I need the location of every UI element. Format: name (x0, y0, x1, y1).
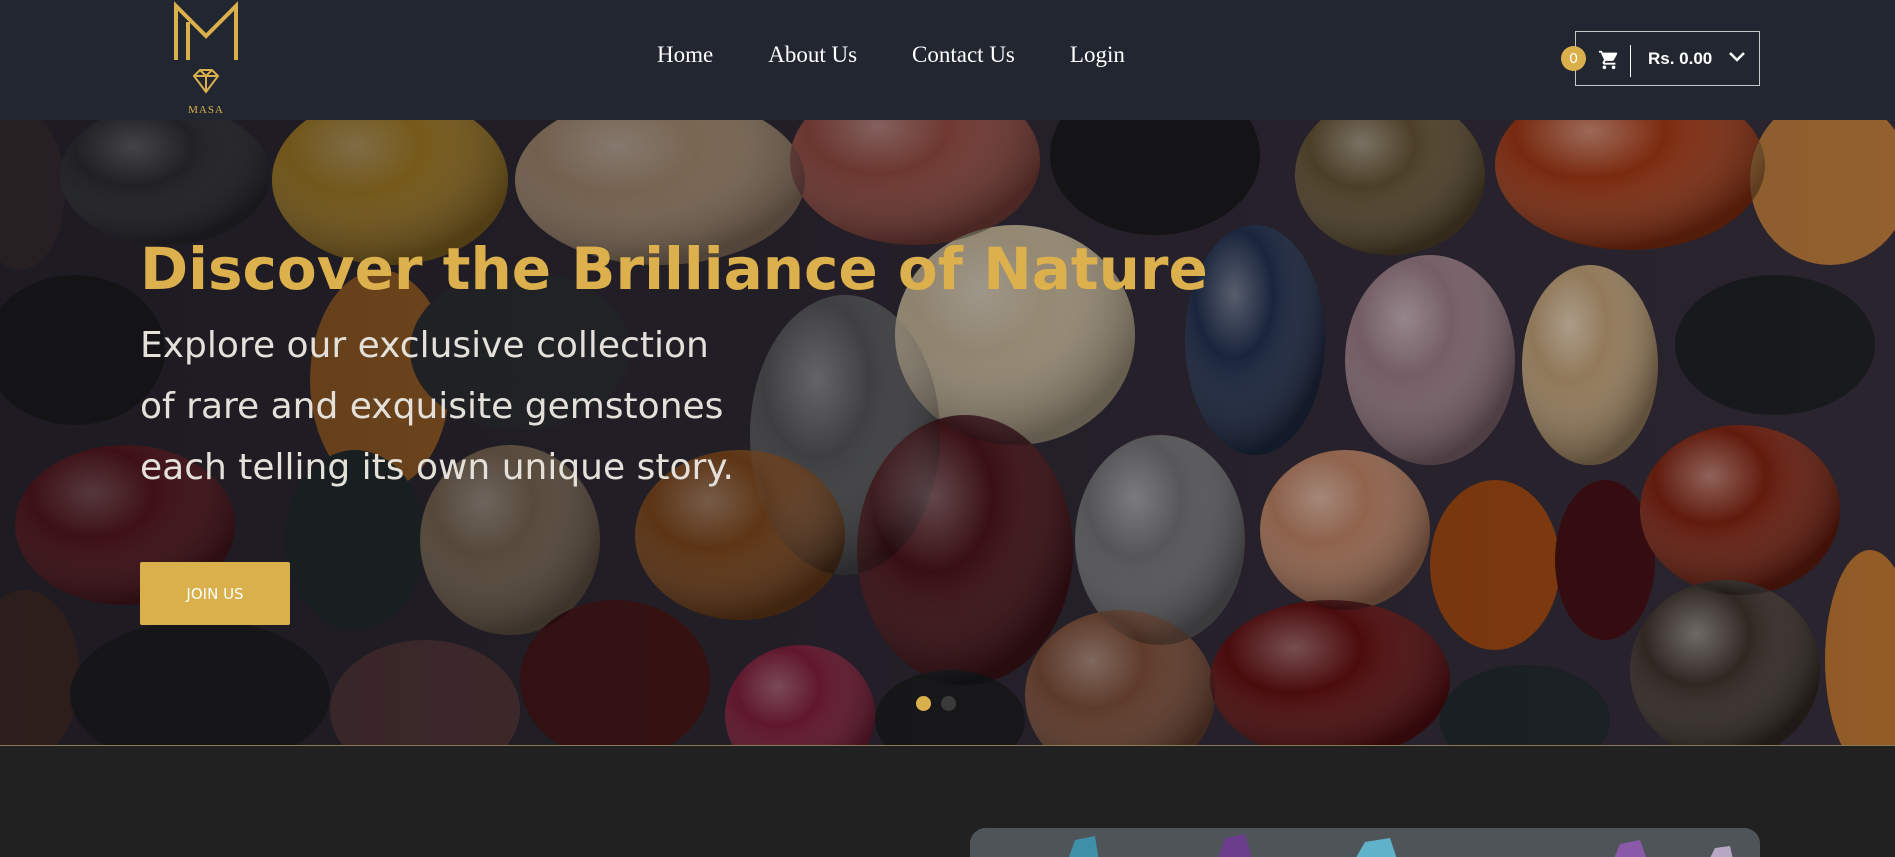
hero-carousel: Discover the Brilliance of Nature Explor… (0, 120, 1895, 746)
logo-mark-icon (174, 1, 238, 112)
hero-subtitle-line: of rare and exquisite gemstones (140, 386, 724, 427)
hero-subtitle-line: Explore our exclusive collection (140, 325, 709, 366)
cart-total: Rs. 0.00 (1648, 49, 1713, 68)
hero-subtitle: Explore our exclusive collection of rare… (140, 315, 734, 498)
carousel-indicators (916, 696, 966, 711)
site-header: MASA Home About Us Contact Us Login 0 Rs… (0, 0, 1895, 120)
cart-count-badge: 0 (1561, 46, 1586, 71)
carousel-dot-1[interactable] (916, 696, 931, 711)
main-nav: Home About Us Contact Us Login (657, 42, 1125, 68)
nav-about-us[interactable]: About Us (768, 42, 857, 68)
nav-login[interactable]: Login (1070, 42, 1125, 68)
hero-subtitle-line: each telling its own unique story. (140, 447, 734, 488)
featured-section (0, 746, 1895, 857)
gemstones-product-image (970, 828, 1760, 857)
chevron-down-icon[interactable] (1727, 49, 1747, 65)
logo-text: MASA (188, 104, 224, 116)
nav-contact-us[interactable]: Contact Us (912, 42, 1015, 68)
join-us-button[interactable]: JOIN US (140, 562, 290, 625)
cart-icon (1598, 50, 1618, 70)
gemstones-image (970, 828, 1760, 857)
nav-home[interactable]: Home (657, 42, 713, 68)
masa-logo[interactable]: MASA (170, 0, 242, 118)
cart-divider (1630, 45, 1631, 77)
hero-title: Discover the Brilliance of Nature (140, 235, 1208, 303)
carousel-dot-2[interactable] (941, 696, 956, 711)
